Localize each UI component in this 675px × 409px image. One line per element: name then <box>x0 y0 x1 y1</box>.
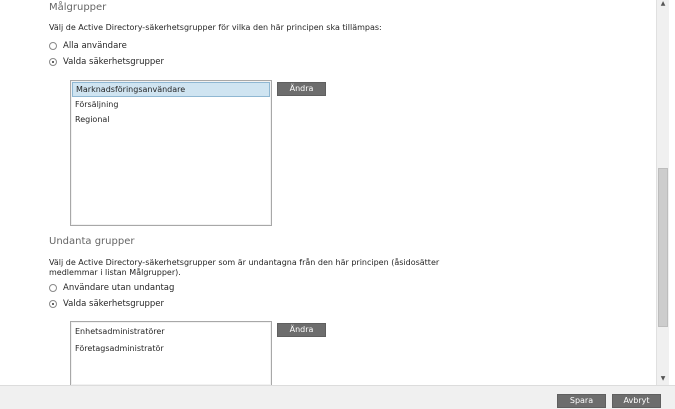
excluded-groups-listbox[interactable]: Enhetsadministratörer Företagsadministra… <box>70 321 272 385</box>
radio-selected-groups-indicator[interactable] <box>49 58 57 66</box>
list-item[interactable]: Enhetsadministratörer <box>72 324 270 339</box>
cancel-button[interactable]: Avbryt <box>612 394 661 408</box>
target-groups-listbox[interactable]: Marknadsföringsanvändare Försäljning Reg… <box>70 80 272 226</box>
radio-all-users-label: Alla användare <box>63 41 127 51</box>
radio-selected-groups-label: Valda säkerhetsgrupper <box>63 57 165 67</box>
save-button[interactable]: Spara <box>557 394 606 408</box>
radio-users-without-exception-label: Användare utan undantag <box>63 283 175 293</box>
radio-excluded-selected-groups[interactable]: Valda säkerhetsgrupper <box>49 299 164 309</box>
list-item[interactable]: Marknadsföringsanvändare <box>72 82 270 97</box>
list-item[interactable]: Företagsadministratör <box>72 341 270 356</box>
radio-excluded-selected-groups-label: Valda säkerhetsgrupper <box>63 299 165 309</box>
excluded-groups-description-line1: Välj de Active Directory-säkerhetsgruppe… <box>49 258 440 267</box>
radio-selected-groups[interactable]: Valda säkerhetsgrupper <box>49 57 164 67</box>
excluded-groups-description-line2: medlemmar i listan Målgrupper). <box>49 268 181 277</box>
list-item[interactable]: Försäljning <box>72 97 270 112</box>
list-item[interactable]: Regional <box>72 112 270 127</box>
excluded-groups-description: Välj de Active Directory-säkerhetsgruppe… <box>49 258 449 278</box>
target-groups-description: Välj de Active Directory-säkerhetsgruppe… <box>49 23 382 32</box>
radio-users-without-exception[interactable]: Användare utan undantag <box>49 283 174 293</box>
footer-bar: Spara Avbryt <box>0 385 675 409</box>
target-groups-change-button[interactable]: Ändra <box>277 82 326 96</box>
chevron-up-icon[interactable]: ▲ <box>657 0 669 8</box>
target-groups-title: Målgrupper <box>49 2 107 13</box>
radio-users-without-exception-indicator[interactable] <box>49 284 57 292</box>
vertical-scrollbar[interactable]: ▲ ▼ <box>656 0 669 385</box>
radio-excluded-selected-groups-indicator[interactable] <box>49 300 57 308</box>
scrollbar-thumb[interactable] <box>658 168 668 327</box>
radio-all-users-indicator[interactable] <box>49 42 57 50</box>
radio-all-users[interactable]: Alla användare <box>49 41 127 51</box>
excluded-groups-change-button[interactable]: Ändra <box>277 323 326 337</box>
excluded-groups-title: Undanta grupper <box>49 236 135 247</box>
chevron-down-icon[interactable]: ▼ <box>657 375 669 383</box>
